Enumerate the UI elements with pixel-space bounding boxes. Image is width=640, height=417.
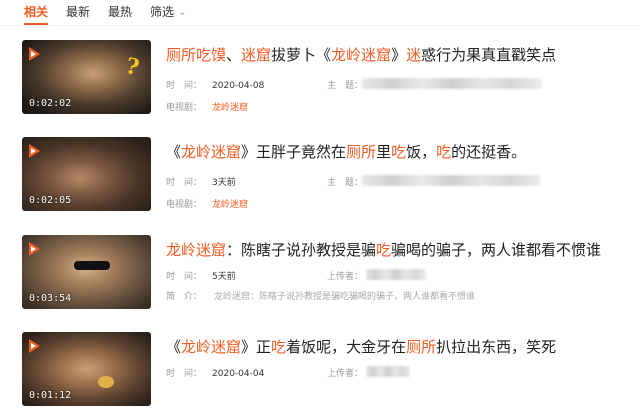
time-meta: 时 间： 2020-04-04	[166, 366, 264, 379]
title-segment: 着饭呢，大金牙在	[286, 338, 407, 356]
time-value: 2020-04-04	[212, 369, 265, 379]
video-title[interactable]: 龙岭迷窟：陈瞎子说孙教授是骗吃骗喝的骗子，两人谁都看不惯谁	[166, 239, 601, 260]
play-logo-inner-icon	[31, 148, 36, 154]
time-meta: 时 间： 5天前	[166, 269, 236, 282]
title-segment: ：陈瞎子说孙教授是骗	[226, 241, 377, 259]
video-duration: 0:02:02	[29, 98, 72, 109]
video-result-item: 0:02:05 《龙岭迷窟》王胖子竟然在厕所里吃饭，吃的还挺香。 时 间： 3天前…	[0, 137, 640, 217]
play-logo-inner-icon	[31, 51, 36, 57]
title-keyword-highlight: 厕所	[346, 143, 377, 161]
description-label: 简 介：	[166, 292, 203, 302]
blurred-owner	[362, 175, 540, 186]
title-segment: 骗喝的骗子，两人谁都看不惯谁	[391, 241, 602, 259]
title-keyword-highlight: 龙岭迷窟	[331, 46, 392, 64]
video-thumbnail[interactable]: ? 0:02:02	[22, 40, 151, 114]
title-segment: 的还挺香。	[451, 143, 527, 161]
chevron-down-icon: ⌄	[178, 7, 187, 18]
extra-value-link[interactable]: 龙岭迷窟	[212, 200, 248, 210]
video-duration: 0:01:12	[29, 390, 72, 401]
title-keyword-highlight: 吃	[436, 143, 452, 161]
title-keyword-highlight: 龙岭迷窟	[166, 241, 227, 259]
description-value: 龙岭迷窟：陈瞎子说孙教授是骗吃骗喝的骗子，两人谁都看不惯谁	[214, 292, 476, 302]
owner-label: 主 题：	[327, 81, 364, 91]
play-logo-inner-icon	[31, 246, 36, 252]
video-duration: 0:02:05	[29, 195, 72, 206]
tab-hottest[interactable]: 最热	[108, 0, 132, 24]
title-keyword-highlight: 迷	[406, 46, 422, 64]
title-segment: 饭，	[406, 143, 437, 161]
tab-relevant[interactable]: 相关	[24, 0, 49, 25]
time-label: 时 间：	[166, 272, 203, 282]
extra-value-link[interactable]: 龙岭迷窟	[212, 103, 248, 113]
extra-meta: 电视剧： 龙岭迷窟	[166, 197, 248, 210]
video-result-item: 0:01:12 《龙岭迷窟》正吃着饭呢，大金牙在厕所扒拉出东西，笑死 时 间： 2…	[0, 332, 640, 412]
play-logo-inner-icon	[31, 343, 36, 349]
owner-label: 上传者：	[327, 272, 364, 282]
video-duration: 0:03:54	[29, 293, 72, 304]
extra-label: 电视剧：	[166, 200, 203, 210]
title-segment: 拔萝卜《	[271, 46, 332, 64]
title-segment: 《	[166, 338, 182, 356]
filter-tabs: 相关 最新 最热 筛选 ⌄	[0, 0, 640, 26]
title-keyword-highlight: 龙岭迷窟	[181, 143, 242, 161]
video-thumbnail[interactable]: 0:02:05	[22, 137, 151, 211]
sunglasses-icon	[74, 261, 110, 270]
time-label: 时 间：	[166, 369, 203, 379]
extra-meta: 电视剧： 龙岭迷窟	[166, 100, 248, 113]
title-keyword-highlight: 厕所	[406, 338, 437, 356]
title-keyword-highlight: 吃	[271, 338, 287, 356]
extra-label: 电视剧：	[166, 103, 203, 113]
time-value: 5天前	[212, 272, 236, 282]
food-icon	[98, 376, 114, 388]
tab-label: 最热	[108, 5, 133, 19]
video-result-item: 0:03:54 龙岭迷窟：陈瞎子说孙教授是骗吃骗喝的骗子，两人谁都看不惯谁 时 …	[0, 235, 640, 315]
title-segment: 《	[166, 143, 182, 161]
title-segment: 、	[226, 46, 242, 64]
owner-meta: 主 题：	[327, 175, 363, 188]
owner-meta: 上传者：	[327, 269, 363, 282]
tab-latest[interactable]: 最新	[66, 0, 90, 24]
blurred-owner	[362, 78, 542, 89]
owner-meta: 主 题：	[327, 78, 363, 91]
video-result-item: ? 0:02:02 厕所吃馍、迷窟拔萝卜《龙岭迷窟》迷惑行为果真直戳笑点 时 间…	[0, 40, 640, 120]
description-meta: 简 介： 龙岭迷窟：陈瞎子说孙教授是骗吃骗喝的骗子，两人谁都看不惯谁	[166, 289, 475, 302]
blurred-owner	[366, 269, 426, 280]
question-mark-icon: ?	[123, 52, 142, 82]
title-segment: 》正	[241, 338, 272, 356]
owner-label: 主 题：	[327, 178, 364, 188]
time-meta: 时 间： 3天前	[166, 175, 236, 188]
title-keyword-highlight: 龙岭迷窟	[181, 338, 242, 356]
time-value: 2020-04-08	[212, 81, 265, 91]
time-label: 时 间：	[166, 81, 203, 91]
owner-label: 上传者：	[327, 369, 364, 379]
title-keyword-highlight: 吃	[391, 143, 407, 161]
tab-label: 筛选	[150, 5, 175, 19]
video-title[interactable]: 《龙岭迷窟》王胖子竟然在厕所里吃饭，吃的还挺香。	[166, 141, 526, 162]
tab-label: 最新	[66, 5, 91, 19]
tab-label: 相关	[24, 5, 49, 19]
time-meta: 时 间： 2020-04-08	[166, 78, 264, 91]
video-title[interactable]: 《龙岭迷窟》正吃着饭呢，大金牙在厕所扒拉出东西，笑死	[166, 336, 556, 357]
tab-filter[interactable]: 筛选 ⌄	[150, 0, 186, 24]
owner-meta: 上传者：	[327, 366, 363, 379]
title-segment: 》王胖子竟然在	[241, 143, 347, 161]
video-thumbnail[interactable]: 0:03:54	[22, 235, 151, 309]
title-keyword-highlight: 吃	[376, 241, 392, 259]
tabs-divider	[0, 25, 640, 26]
title-keyword-highlight: 迷窟	[241, 46, 272, 64]
title-segment: 》	[391, 46, 407, 64]
title-keyword-highlight: 厕所吃馍	[166, 46, 227, 64]
blurred-owner	[366, 366, 410, 377]
video-thumbnail[interactable]: 0:01:12	[22, 332, 151, 406]
time-value: 3天前	[212, 178, 236, 188]
time-label: 时 间：	[166, 178, 203, 188]
video-title[interactable]: 厕所吃馍、迷窟拔萝卜《龙岭迷窟》迷惑行为果真直戳笑点	[166, 44, 556, 65]
title-segment: 里	[376, 143, 392, 161]
title-segment: 惑行为果真直戳笑点	[421, 46, 557, 64]
title-segment: 扒拉出东西，笑死	[436, 338, 557, 356]
